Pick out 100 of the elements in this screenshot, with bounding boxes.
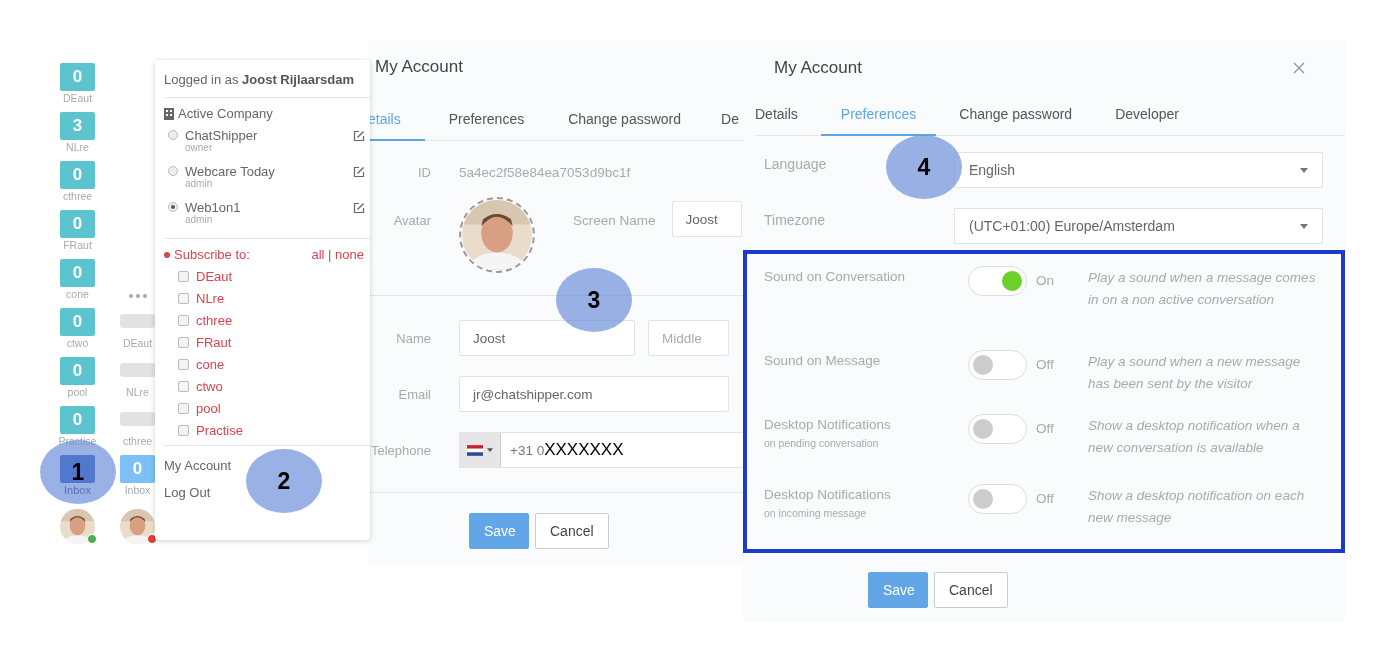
inbox-badge[interactable] [60, 455, 95, 483]
company-name[interactable]: Web1on1 [185, 200, 353, 215]
company-role: admin [185, 214, 214, 225]
queue-label: cthree [62, 190, 93, 202]
queue-label: cthree [122, 435, 153, 447]
toggle-switch[interactable] [968, 266, 1027, 296]
field-label: Name [395, 330, 431, 346]
tab[interactable]: Change password [959, 94, 1073, 136]
tab[interactable]: De [721, 99, 739, 141]
setting-label: Sound on Conversation [764, 269, 907, 284]
queue-label: cone [66, 288, 89, 300]
step-marker: 4 [886, 135, 962, 199]
checkbox[interactable] [178, 292, 189, 304]
checkbox[interactable] [178, 424, 189, 436]
checkbox[interactable] [178, 358, 189, 370]
radio-button[interactable] [168, 166, 178, 176]
building-icon [164, 107, 174, 120]
toggle-switch[interactable] [968, 350, 1027, 380]
setting-description: Show a desktop notification on each new message [1088, 487, 1306, 527]
subscription-label[interactable]: Practise [196, 422, 243, 438]
radio-button[interactable] [168, 202, 178, 212]
subscription-label[interactable]: FRaut [196, 334, 232, 350]
more-icon[interactable] [127, 293, 148, 298]
setting-sublabel: on incoming message [764, 507, 868, 519]
language-select[interactable]: English [954, 152, 1323, 188]
setting-description: Show a desktop notification when a new conversation is available [1088, 417, 1301, 457]
subscription-label[interactable]: cthree [196, 312, 233, 328]
checkbox[interactable] [178, 314, 189, 326]
tab[interactable]: Change password [568, 99, 682, 141]
checkbox[interactable] [178, 380, 189, 392]
field-label: Screen Name [573, 213, 656, 228]
dialog-title: My Account [774, 58, 862, 78]
checkbox[interactable] [178, 402, 189, 414]
loading-bar [120, 363, 155, 377]
toggle-switch[interactable] [968, 484, 1027, 514]
step-marker: 3 [556, 268, 632, 332]
close-icon[interactable] [1293, 62, 1305, 74]
setting-label: Sound on Message [764, 353, 882, 368]
input-field[interactable]: jr@chatshipper.com [459, 376, 729, 412]
bullet-icon [164, 251, 170, 258]
caret-icon [1300, 167, 1308, 173]
queue-label: Inbox [124, 484, 151, 496]
checkbox[interactable] [178, 336, 189, 348]
company-role: owner [185, 142, 213, 153]
queue-label: Inbox [64, 484, 91, 496]
save-button[interactable]: Save [868, 572, 928, 608]
loading-bar [120, 412, 155, 426]
subscription-label[interactable]: ctwo [196, 378, 223, 394]
subscription-label[interactable]: pool [196, 400, 221, 416]
tab[interactable]: etails [368, 99, 425, 141]
queue-label: FRaut [63, 239, 92, 251]
subscription-label[interactable]: DEaut [196, 268, 233, 284]
setting-sublabel: on pending conversation [764, 437, 880, 449]
field-label: ID [417, 164, 431, 180]
cancel-button[interactable]: Cancel [934, 572, 1008, 608]
caret-icon [1300, 223, 1308, 229]
input-field[interactable]: Joost [459, 320, 635, 356]
edit-icon[interactable] [353, 202, 365, 214]
field-label: Telephone [370, 442, 431, 458]
tab[interactable]: Developer [1115, 94, 1179, 136]
toggle-state: Off [1035, 356, 1055, 372]
checkbox[interactable] [178, 270, 189, 282]
cancel-button[interactable]: Cancel [535, 513, 609, 549]
field-label: Timezone [764, 211, 825, 228]
toggle-state: Off [1035, 420, 1055, 436]
loading-bar [120, 314, 155, 328]
queue-label: pool [67, 386, 88, 398]
save-button[interactable]: Save [469, 513, 529, 549]
edit-icon[interactable] [353, 166, 365, 178]
id-value: 5a4ec2f58e84ea7053d9bc1f [459, 164, 631, 180]
input-field[interactable]: Joost [671, 201, 742, 237]
subscription-label[interactable]: cone [196, 356, 225, 372]
company-role: admin [185, 178, 214, 189]
section-heading: Active Company [178, 106, 273, 121]
toggle-state: Off [1035, 490, 1055, 506]
queue-label: DEaut [122, 337, 153, 349]
setting-description: Play a sound when a message comes in on a non active conversation [1088, 269, 1317, 309]
queue-label: NLre [66, 141, 89, 153]
field-label: Language [764, 155, 827, 172]
timezone-select[interactable]: (UTC+01:00) Europe/Amsterdam [954, 208, 1323, 244]
all-none-link[interactable]: all | none [311, 247, 364, 262]
field-label: Avatar [392, 213, 431, 228]
tab[interactable]: Details [755, 94, 798, 136]
section-heading: Subscribe to: [174, 247, 251, 262]
subscription-label[interactable]: NLre [196, 290, 225, 306]
edit-icon[interactable] [353, 130, 365, 142]
toggle-switch[interactable] [968, 414, 1027, 444]
queue-label: DEaut [62, 92, 93, 104]
setting-label: Desktop Notifications [764, 487, 892, 502]
tab[interactable]: Preferences [448, 99, 525, 141]
step-marker: 2 [246, 449, 322, 513]
input-field[interactable]: Middle [648, 320, 729, 356]
company-name[interactable]: Webcare Today [185, 164, 353, 179]
queue-label: NLre [126, 386, 149, 398]
setting-label: Desktop Notifications [764, 417, 892, 432]
dialog-title: My Account [374, 56, 464, 78]
field-label: Email [397, 386, 431, 402]
company-name[interactable]: ChatShipper [185, 128, 353, 143]
tab[interactable]: Preferences [820, 94, 937, 136]
radio-button[interactable] [168, 130, 178, 140]
